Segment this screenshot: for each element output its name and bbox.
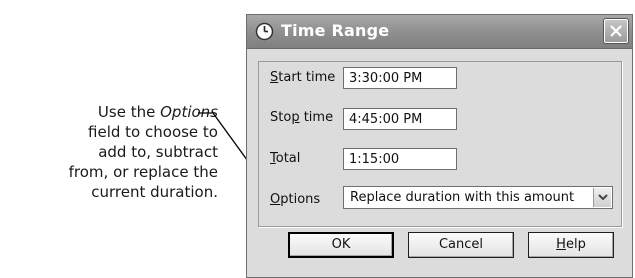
options-selected-value: Replace duration with this amount xyxy=(350,190,575,205)
close-button[interactable] xyxy=(604,19,628,43)
start-time-input[interactable]: 3:30:00 PM xyxy=(343,67,457,89)
total-input[interactable]: 1:15:00 xyxy=(343,148,457,170)
stop-time-label: Stop time xyxy=(270,110,334,125)
dialog-title: Time Range xyxy=(281,21,390,40)
chevron-down-icon xyxy=(598,194,608,201)
total-label: Total xyxy=(270,151,301,166)
close-icon xyxy=(610,25,622,37)
start-time-label: Start time xyxy=(270,70,336,85)
ok-button[interactable]: OK xyxy=(288,232,394,258)
dialog-titlebar[interactable]: Time Range xyxy=(247,15,632,49)
help-button[interactable]: Help xyxy=(528,232,614,258)
clock-icon xyxy=(255,22,274,41)
options-dropdown-button[interactable] xyxy=(593,188,611,207)
options-select[interactable]: Replace duration with this amount xyxy=(343,186,613,209)
stop-time-input[interactable]: 4:45:00 PM xyxy=(343,108,457,130)
cancel-button[interactable]: Cancel xyxy=(408,232,514,258)
options-label: Options xyxy=(270,192,321,207)
